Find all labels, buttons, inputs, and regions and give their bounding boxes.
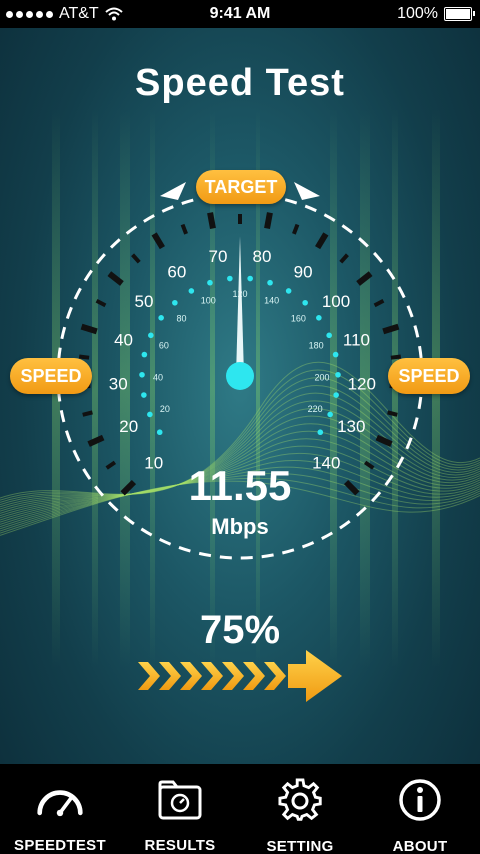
tab-speedtest[interactable]: SPEEDTEST [0,764,120,854]
info-icon [396,778,444,822]
tab-label: SETTING [266,838,334,854]
speedometer-icon [36,778,84,821]
gauge-tick [373,298,385,308]
speed-test-screen: AT&T 9:41 AM 100% Speed Test 10 20 30 40 50 6… [0,0,480,854]
gauge-tick [264,212,273,229]
gauge-inner-label: 160 [291,313,306,323]
gauge-inner-dot [335,371,341,378]
progress-chevrons-icon [138,650,342,702]
gauge-inner-dot [316,315,322,321]
gauge-tick [339,253,349,264]
gauge-scale-label: 80 [253,247,272,266]
gauge-tick [95,298,107,308]
gauge-inner-dot [332,351,339,358]
gauge-tick [80,323,98,335]
gauge-inner-label: 60 [159,341,169,351]
tab-label: SPEEDTEST [14,837,106,854]
gauge-tick [315,232,329,250]
gauge-tick [375,434,393,447]
tab-results[interactable]: RESULTS [120,764,240,854]
gauge-inner-dot [207,279,213,286]
gauge-inner-dot [188,288,195,294]
gauge-tick [356,271,373,286]
gear-icon [276,778,324,822]
gauge-inner-label: 20 [160,404,170,414]
gauge-inner-dot [333,392,339,398]
gauge-inner-dot [326,332,332,339]
gauge-tick [207,212,216,229]
gauge-tick [82,410,93,417]
gauge-scale-label: 70 [209,247,228,266]
target-right-arrow-icon [294,182,320,200]
gauge-scale-label: 30 [109,374,128,393]
gauge-tick [292,223,300,235]
gauge-tick [382,323,400,335]
target-left-arrow-icon [160,182,186,200]
speed-badge-left: SPEED [10,358,92,394]
progress-chevron [159,662,181,690]
bottom-tab-bar: SPEEDTEST RESULTS SETTING ABOUT [0,764,480,854]
gauge-scale-label: 100 [322,292,350,311]
speed-gauge: 10203040506070 8090100110120130140 204060… [56,182,424,560]
tab-about[interactable]: ABOUT [360,764,480,854]
gauge-inner-label: 180 [309,341,324,351]
gauge-inner-dot [247,275,253,282]
gauge-needle [236,236,244,376]
gauge-scale-label: 110 [343,331,370,350]
gauge-scale-label: 130 [337,417,365,436]
gauge-inner-dot [302,299,308,306]
target-badge: TARGET [196,170,286,204]
progress-chevron [243,662,265,690]
gauge-tick [151,232,165,250]
gauge-scale-label: 40 [114,331,133,350]
gauge-inner-dot [148,332,154,339]
tab-label: ABOUT [392,838,448,854]
gauge-tick [387,410,398,417]
gauge-scale-label: 90 [294,263,313,282]
needle-hub [226,362,254,390]
gauge-inner-dot [267,279,273,286]
gauge-scale-label: 20 [119,417,138,436]
gauge-inner-dot [172,299,178,306]
gauge-inner-dot [141,392,147,398]
gauge-inner-dot [227,275,233,282]
gauge-inner-dot [147,411,153,418]
gauge-inner-dot [317,429,324,436]
gauge-inner-label: 40 [153,372,163,382]
gauge-inner-label: 100 [201,295,216,305]
gauge-inner-dot [141,351,148,358]
gauge-scale-label: 120 [348,374,376,393]
gauge-scale-label: 60 [167,263,186,282]
gauge-tick [180,223,188,235]
folder-results-icon [156,778,204,821]
gauge-inner-label: 200 [314,372,329,382]
gauge-inner-label: 220 [308,404,323,414]
progress-chevron [201,662,223,690]
gauge-inner-dot [285,288,292,294]
gauge-inner-dot [139,371,145,378]
gauge-scale-label: 50 [135,292,154,311]
gauge-inner-label: 80 [177,313,187,323]
gauge-inner-dot [156,429,163,436]
speed-badge-right: SPEED [388,358,470,394]
progress-chevron [222,662,244,690]
tab-label: RESULTS [144,837,216,854]
gauge-inner-label: 140 [264,295,279,305]
gauge-tick [78,354,90,360]
speed-unit: Mbps [211,514,269,539]
progress-chevron [264,662,286,690]
gauge-tick [87,434,105,447]
tab-setting[interactable]: SETTING [240,764,360,854]
progress-chevron [180,662,202,690]
progress-chevron [138,662,160,690]
speed-reading: 11.55 [188,462,292,509]
gauge-tick [390,354,402,360]
gauge-inner-dot [327,411,333,418]
gauge-inner-dot [158,315,164,321]
gauge-tick [107,271,124,286]
gauge-tick [131,253,141,264]
